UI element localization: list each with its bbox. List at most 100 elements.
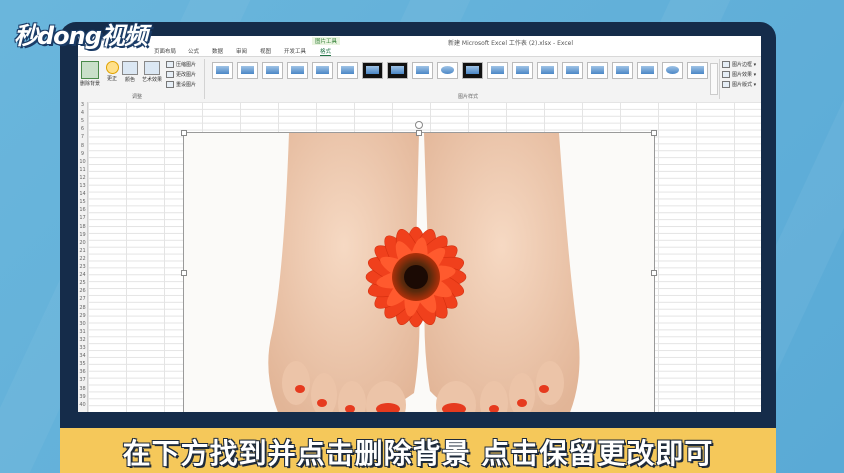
row-header[interactable]: 6	[78, 126, 87, 132]
row-header[interactable]: 21	[78, 248, 87, 254]
resize-handle[interactable]	[651, 130, 657, 136]
picture-style-thumb[interactable]	[237, 62, 258, 79]
picture-border-label: 图片边框 ▾	[732, 62, 757, 68]
color-button[interactable]: 颜色	[122, 61, 138, 83]
picture-style-thumb[interactable]	[587, 62, 608, 79]
tab-review[interactable]: 审阅	[236, 47, 247, 55]
row-header[interactable]: 34	[78, 353, 87, 359]
row-header[interactable]: 31	[78, 329, 87, 335]
picture-style-thumb[interactable]	[562, 62, 583, 79]
picture-border-icon	[722, 61, 730, 68]
selected-picture[interactable]	[183, 132, 655, 412]
picture-layout-icon	[722, 81, 730, 88]
tab-view[interactable]: 视图	[260, 47, 271, 55]
divider	[204, 59, 205, 99]
resize-handle[interactable]	[181, 130, 187, 136]
resize-handle[interactable]	[181, 270, 187, 276]
row-header[interactable]: 35	[78, 361, 87, 367]
picture-style-thumb[interactable]	[687, 62, 708, 79]
reset-picture-button[interactable]: 重设图片	[166, 81, 196, 88]
row-header[interactable]: 30	[78, 321, 87, 327]
ribbon: 删除背景 更正 颜色 艺术效果 压缩图片 更改图片 重设图片 调整 图片样式 图…	[78, 57, 761, 103]
reset-icon	[166, 81, 174, 88]
picture-style-thumb[interactable]	[612, 62, 633, 79]
feet-flower-photo	[184, 133, 654, 412]
compress-label: 压缩图片	[176, 62, 197, 68]
resize-handle[interactable]	[416, 130, 422, 136]
row-header[interactable]: 24	[78, 272, 87, 278]
picture-style-thumb[interactable]	[387, 62, 408, 79]
tab-data[interactable]: 数据	[212, 47, 223, 55]
corrections-button[interactable]: 更正	[104, 61, 120, 82]
remove-background-button[interactable]: 删除背景	[80, 61, 100, 87]
picture-style-thumb[interactable]	[662, 62, 683, 79]
picture-effects-icon	[722, 71, 730, 78]
remove-background-label: 删除背景	[80, 81, 101, 87]
row-header[interactable]: 13	[78, 183, 87, 189]
reset-picture-label: 重设图片	[176, 82, 197, 88]
tab-page-layout[interactable]: 页面布局	[154, 47, 176, 55]
row-header[interactable]: 25	[78, 280, 87, 286]
row-header[interactable]: 12	[78, 175, 87, 181]
picture-style-thumb[interactable]	[437, 62, 458, 79]
row-header[interactable]: 5	[78, 118, 87, 124]
row-header[interactable]: 14	[78, 191, 87, 197]
rotate-handle[interactable]	[415, 121, 423, 129]
row-header[interactable]: 37	[78, 377, 87, 383]
picture-style-thumb[interactable]	[312, 62, 333, 79]
tab-formulas[interactable]: 公式	[188, 47, 199, 55]
row-header[interactable]: 7	[78, 134, 87, 140]
row-header[interactable]: 29	[78, 313, 87, 319]
change-picture-label: 更改图片	[176, 72, 197, 78]
tab-developer[interactable]: 开发工具	[284, 47, 306, 55]
row-header[interactable]: 16	[78, 207, 87, 213]
row-header[interactable]: 33	[78, 345, 87, 351]
resize-handle[interactable]	[651, 270, 657, 276]
row-header[interactable]: 8	[78, 143, 87, 149]
picture-style-thumb[interactable]	[487, 62, 508, 79]
picture-style-thumb[interactable]	[212, 62, 233, 79]
artistic-effects-button[interactable]: 艺术效果	[140, 61, 164, 83]
picture-style-thumb[interactable]	[262, 62, 283, 79]
row-header[interactable]: 22	[78, 256, 87, 262]
row-header[interactable]: 18	[78, 224, 87, 230]
row-header[interactable]: 9	[78, 151, 87, 157]
brand-logo: 秒dong视频	[14, 22, 148, 50]
change-picture-icon	[166, 71, 174, 78]
row-header[interactable]: 10	[78, 159, 87, 165]
tab-format[interactable]: 格式	[320, 47, 332, 56]
worksheet[interactable]: 3 4 5 6 7 8 9 10 11 12 13 14 15 16 17 18 19 20 21 22 23 24 25 2…	[78, 102, 761, 412]
picture-style-thumb[interactable]	[637, 62, 658, 79]
row-header[interactable]: 39	[78, 394, 87, 400]
picture-layout-button[interactable]: 图片版式 ▾	[722, 81, 756, 88]
row-header[interactable]: 11	[78, 167, 87, 173]
row-header[interactable]: 17	[78, 215, 87, 221]
compress-pictures-button[interactable]: 压缩图片	[166, 61, 196, 68]
row-header[interactable]: 27	[78, 296, 87, 302]
row-header[interactable]: 28	[78, 305, 87, 311]
picture-style-thumb[interactable]	[337, 62, 358, 79]
picture-style-thumb[interactable]	[537, 62, 558, 79]
row-header[interactable]: 20	[78, 240, 87, 246]
row-header[interactable]: 19	[78, 232, 87, 238]
row-header[interactable]: 32	[78, 337, 87, 343]
row-header[interactable]: 4	[78, 110, 87, 116]
picture-style-thumb[interactable]	[462, 62, 483, 79]
row-header[interactable]: 40	[78, 402, 87, 408]
picture-border-button[interactable]: 图片边框 ▾	[722, 61, 756, 68]
row-header[interactable]: 23	[78, 264, 87, 270]
adjust-group-label: 调整	[132, 94, 143, 100]
row-header[interactable]: 38	[78, 386, 87, 392]
picture-effects-button[interactable]: 图片效果 ▾	[722, 71, 756, 78]
change-picture-button[interactable]: 更改图片	[166, 71, 196, 78]
row-header[interactable]: 3	[78, 102, 87, 108]
gallery-scroll[interactable]	[710, 63, 718, 95]
row-header[interactable]: 36	[78, 369, 87, 375]
picture-style-thumb[interactable]	[362, 62, 383, 79]
picture-style-thumb[interactable]	[412, 62, 433, 79]
divider	[719, 59, 720, 99]
row-header[interactable]: 26	[78, 288, 87, 294]
picture-style-thumb[interactable]	[287, 62, 308, 79]
picture-style-thumb[interactable]	[512, 62, 533, 79]
row-header[interactable]: 15	[78, 199, 87, 205]
